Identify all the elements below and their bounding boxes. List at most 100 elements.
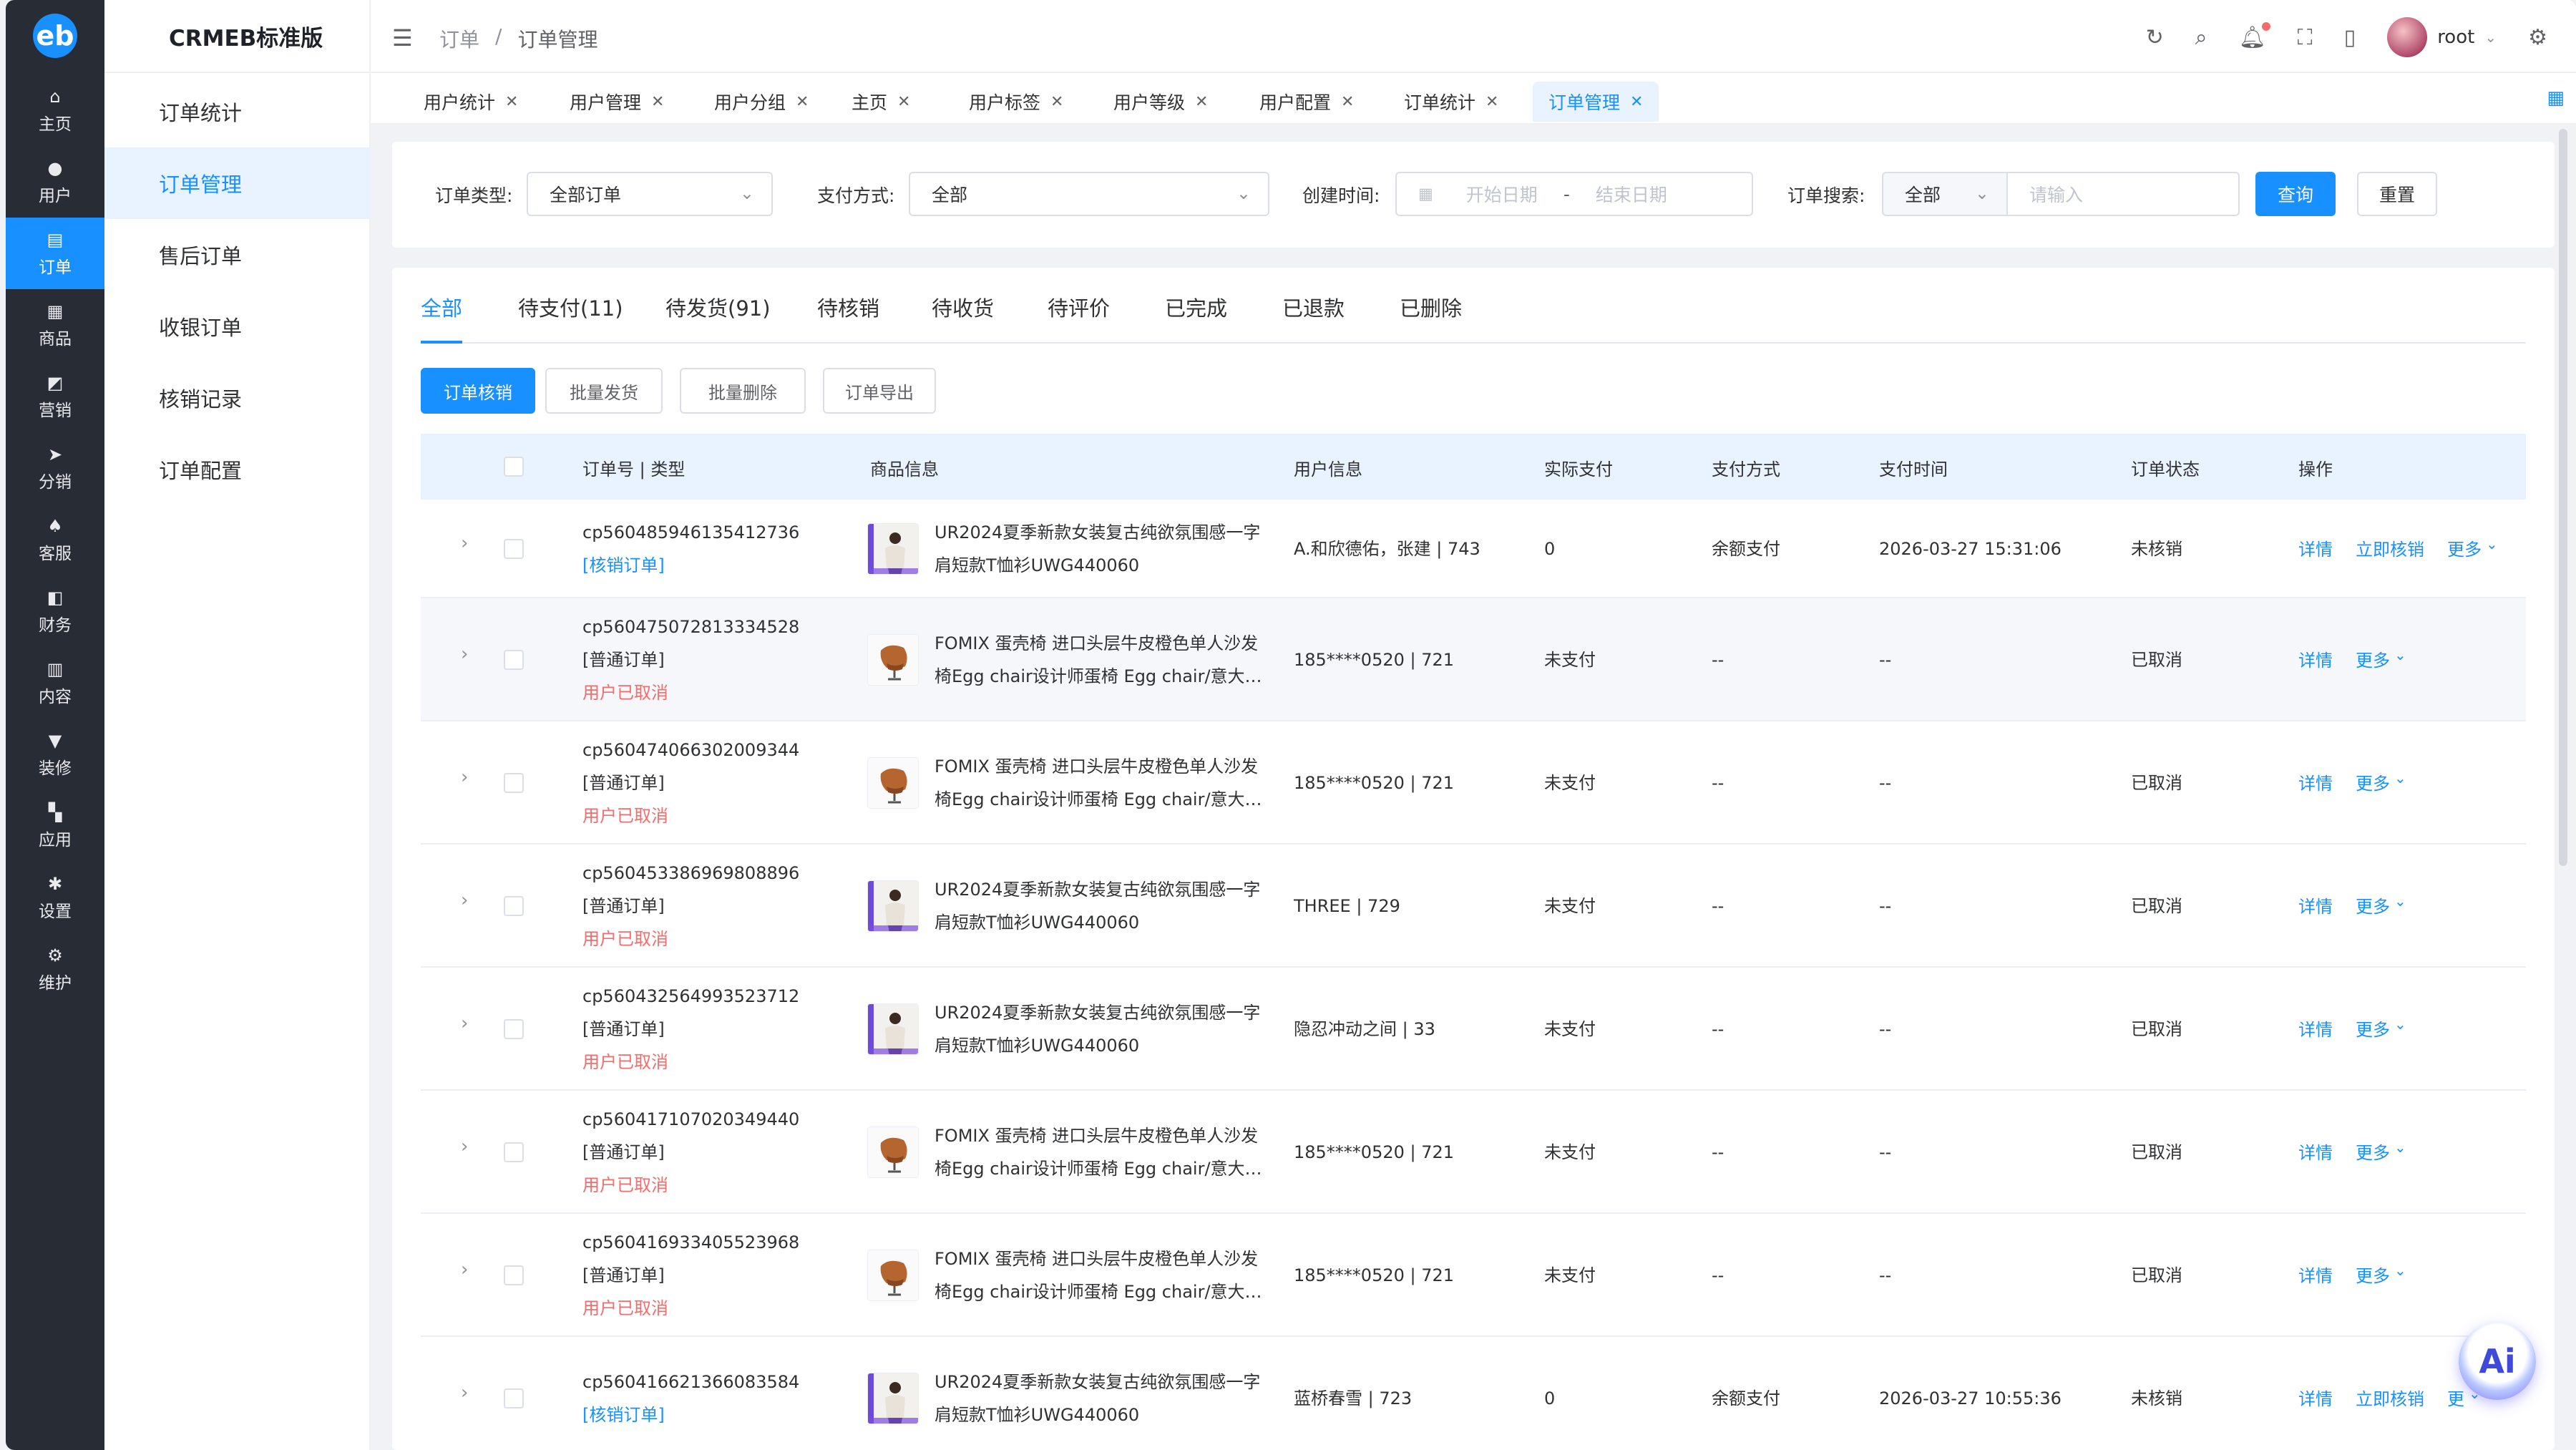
row-checkbox[interactable] (504, 1388, 524, 1408)
detail-link[interactable]: 详情 (2298, 1016, 2333, 1041)
table-row[interactable]: › cp560416933405523968 [普通订单] 用户已取消 FOMIX 蛋壳… (421, 1214, 2526, 1337)
start-date-input[interactable]: 开始日期 (1466, 181, 1538, 207)
product-thumbnail[interactable] (867, 1003, 919, 1055)
tab-tag-5[interactable]: 用户等级 ✕ (1098, 82, 1224, 122)
bell-icon[interactable]: 🔔︎ (2239, 21, 2270, 50)
detail-link[interactable]: 详情 (2298, 1139, 2333, 1164)
verify-now-link[interactable]: 立即核销 (2356, 535, 2424, 560)
status-tab-7[interactable]: 已退款 (1282, 292, 1345, 342)
product-info[interactable]: FOMIX 蛋壳椅 进口头层牛皮橙色单人沙发 椅Egg chair设计师蛋椅 Eg… (935, 1242, 1271, 1308)
close-icon[interactable]: ✕ (1050, 93, 1063, 111)
tab-tag-4[interactable]: 用户标签 ✕ (953, 82, 1079, 122)
expand-row-icon[interactable]: › (461, 1382, 468, 1403)
product-thumbnail[interactable] (867, 634, 919, 686)
verify-now-link[interactable]: 立即核销 (2356, 1385, 2424, 1410)
more-dropdown[interactable]: 更多 (2356, 769, 2390, 794)
close-icon[interactable]: ✕ (897, 93, 910, 111)
pay-method-select[interactable]: 全部 ⌄ (909, 172, 1269, 216)
expand-row-icon[interactable]: › (461, 643, 468, 665)
expand-row-icon[interactable]: › (461, 1136, 468, 1157)
product-thumbnail[interactable] (867, 1250, 919, 1301)
product-thumbnail[interactable] (867, 757, 919, 809)
more-dropdown[interactable]: 更多 (2356, 646, 2390, 671)
more-dropdown[interactable]: 更多 (2356, 1016, 2390, 1041)
row-checkbox[interactable] (504, 650, 524, 670)
close-icon[interactable]: ✕ (796, 93, 809, 111)
action-button-3[interactable]: 订单导出 (823, 368, 936, 414)
breadcrumb-parent[interactable]: 订单 (439, 24, 479, 53)
tab-tag-3[interactable]: 主页 ✕ (836, 82, 926, 122)
close-icon[interactable]: ✕ (1341, 93, 1354, 111)
detail-link[interactable]: 详情 (2298, 892, 2333, 918)
nav-item-10[interactable]: ▚ 应用 (6, 790, 104, 862)
more-dropdown[interactable]: 更多 (2356, 1139, 2390, 1164)
status-tab-3[interactable]: 待核销 (817, 292, 879, 342)
tab-tag-2[interactable]: 用户分组 ✕ (698, 82, 824, 122)
end-date-input[interactable]: 结束日期 (1596, 181, 1667, 207)
nav-item-11[interactable]: ✱ 设置 (6, 862, 104, 933)
row-checkbox[interactable] (504, 1142, 524, 1162)
close-icon[interactable]: ✕ (651, 93, 664, 111)
query-button[interactable]: 查询 (2255, 172, 2336, 216)
search-scope-select[interactable]: 全部 ⌄ (1882, 172, 2008, 216)
subnav-item-1[interactable]: 订单管理 (104, 147, 371, 219)
close-icon[interactable]: ✕ (1485, 93, 1498, 111)
more-dropdown[interactable]: 更多 (2447, 535, 2482, 560)
product-info[interactable]: UR2024夏季新款女装复古纯欲氛围感一字 肩短款T恤衫UWG440060 (935, 1366, 1271, 1431)
product-info[interactable]: UR2024夏季新款女装复古纯欲氛围感一字 肩短款T恤衫UWG440060 (935, 873, 1271, 939)
status-tab-8[interactable]: 已删除 (1400, 292, 1462, 342)
action-button-1[interactable]: 批量发货 (545, 368, 663, 414)
nav-item-4[interactable]: ◩ 营销 (6, 361, 104, 432)
row-checkbox[interactable] (504, 773, 524, 793)
ai-assistant-button[interactable]: Ai (2459, 1323, 2536, 1400)
detail-link[interactable]: 详情 (2298, 769, 2333, 794)
table-row[interactable]: › cp560432564993523712 [普通订单] 用户已取消 UR2024夏季… (421, 968, 2526, 1091)
nav-item-8[interactable]: ▥ 内容 (6, 647, 104, 719)
search-icon[interactable]: ⌕ (2195, 25, 2207, 50)
product-thumbnail[interactable] (867, 1373, 919, 1424)
row-checkbox[interactable] (504, 1265, 524, 1285)
subnav-item-5[interactable]: 订单配置 (104, 434, 371, 505)
row-checkbox[interactable] (504, 1019, 524, 1039)
subnav-item-3[interactable]: 收银订单 (104, 291, 371, 362)
nav-item-12[interactable]: ⚙ 维护 (6, 933, 104, 1005)
detail-link[interactable]: 详情 (2298, 646, 2333, 671)
more-dropdown[interactable]: 更多 (2356, 1262, 2390, 1287)
table-row[interactable]: › cp560416621366083584 [核销订单] UR2024夏季新款女装复… (421, 1337, 2526, 1450)
gear-icon[interactable]: ⚙ (2528, 25, 2547, 50)
close-icon[interactable]: ✕ (1630, 93, 1643, 111)
table-row[interactable]: › cp560474066302009344 [普通订单] 用户已取消 FOMIX 蛋壳… (421, 721, 2526, 845)
select-all-checkbox[interactable] (504, 457, 524, 477)
product-info[interactable]: FOMIX 蛋壳椅 进口头层牛皮橙色单人沙发 椅Egg chair设计师蛋椅 Eg… (935, 750, 1271, 816)
nav-item-2[interactable]: ▤ 订单 (6, 218, 104, 289)
mobile-icon[interactable]: ▯ (2344, 25, 2356, 50)
status-tab-6[interactable]: 已完成 (1165, 292, 1227, 342)
detail-link[interactable]: 详情 (2298, 1262, 2333, 1287)
status-tab-0[interactable]: 全部 (421, 292, 463, 344)
table-row[interactable]: › cp560485946135412736 [核销订单] UR2024夏季新款女装复… (421, 500, 2526, 598)
product-info[interactable]: FOMIX 蛋壳椅 进口头层牛皮橙色单人沙发 椅Egg chair设计师蛋椅 Eg… (935, 1119, 1271, 1185)
tab-tag-7[interactable]: 订单统计 ✕ (1388, 82, 1514, 122)
detail-link[interactable]: 详情 (2298, 1385, 2333, 1410)
close-icon[interactable]: ✕ (505, 93, 518, 111)
expand-row-icon[interactable]: › (461, 532, 468, 554)
search-input[interactable]: 请输入 (2006, 172, 2240, 216)
close-icon[interactable]: ✕ (1195, 93, 1208, 111)
date-range-picker[interactable]: ▦ 开始日期 - 结束日期 (1395, 172, 1753, 216)
scrollbar[interactable] (2559, 129, 2567, 866)
expand-row-icon[interactable]: › (461, 1259, 468, 1280)
nav-item-3[interactable]: ▦ 商品 (6, 289, 104, 361)
product-info[interactable]: UR2024夏季新款女装复古纯欲氛围感一字 肩短款T恤衫UWG440060 (935, 516, 1271, 582)
nav-item-5[interactable]: ➤ 分销 (6, 432, 104, 504)
nav-item-1[interactable]: ● 用户 (6, 146, 104, 218)
subnav-item-2[interactable]: 售后订单 (104, 219, 371, 291)
status-tab-2[interactable]: 待发货(91) (665, 292, 771, 342)
logo[interactable]: eb (6, 0, 104, 72)
row-checkbox[interactable] (504, 539, 524, 559)
tab-tag-6[interactable]: 用户配置 ✕ (1244, 82, 1370, 122)
product-thumbnail[interactable] (867, 880, 919, 932)
expand-row-icon[interactable]: › (461, 1013, 468, 1034)
table-row[interactable]: › cp560453386969808896 [普通订单] 用户已取消 UR2024夏季… (421, 845, 2526, 968)
product-thumbnail[interactable] (867, 1127, 919, 1178)
nav-item-0[interactable]: ⌂ 主页 (6, 74, 104, 146)
